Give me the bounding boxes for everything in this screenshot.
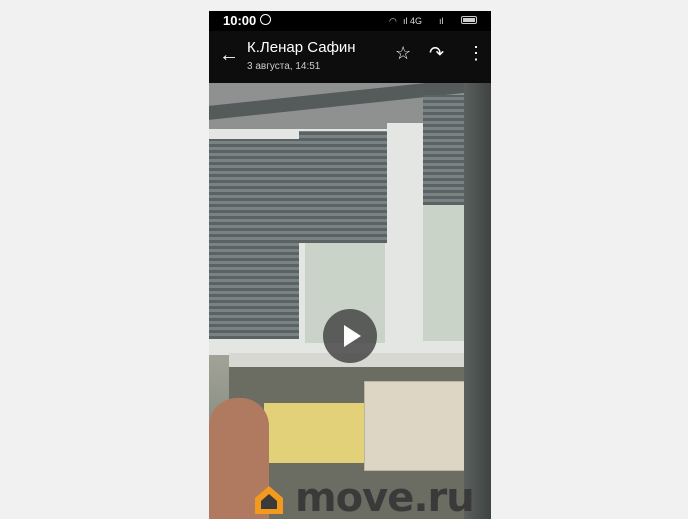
battery-icon: [461, 16, 477, 24]
window-mullion: [387, 123, 423, 355]
wifi-icon: ◠: [389, 16, 397, 26]
window-blind-middle: [299, 131, 387, 243]
watermark-logo: move.ru: [253, 476, 483, 519]
contact-name: К.Ленар Сафин: [247, 39, 356, 56]
status-bar: 10:00 ◠ ıl 4G ıl: [209, 11, 491, 31]
phone-screen: 10:00 ◠ ıl 4G ıl ← К.Ленар Сафин 3 авгус…: [209, 11, 491, 519]
video-radiator: [364, 381, 466, 471]
window-blind-right: [423, 95, 469, 205]
video-curtain: [464, 83, 491, 519]
signal-icon: ıl 4G: [403, 16, 423, 26]
forward-icon[interactable]: ↷: [429, 43, 444, 64]
message-date: 3 августа, 14:51: [247, 61, 321, 72]
app-bar: ← К.Ленар Сафин 3 августа, 14:51 ☆ ↷ ⋮: [209, 31, 491, 83]
window-blind-left: [209, 139, 299, 339]
star-icon[interactable]: ☆: [395, 43, 411, 64]
more-vertical-icon[interactable]: ⋮: [467, 43, 485, 64]
video-player[interactable]: move.ru: [209, 83, 491, 519]
play-icon[interactable]: [323, 309, 377, 363]
arrow-left-icon[interactable]: ←: [219, 44, 239, 67]
signal-icon-2: ıl: [439, 16, 444, 26]
house-icon: [255, 486, 283, 514]
window-pane-right: [423, 205, 469, 341]
video-yellow-object: [264, 403, 364, 463]
status-time: 10:00: [223, 13, 257, 28]
whatsapp-icon: [260, 14, 271, 25]
watermark-text: move.ru: [295, 475, 475, 519]
